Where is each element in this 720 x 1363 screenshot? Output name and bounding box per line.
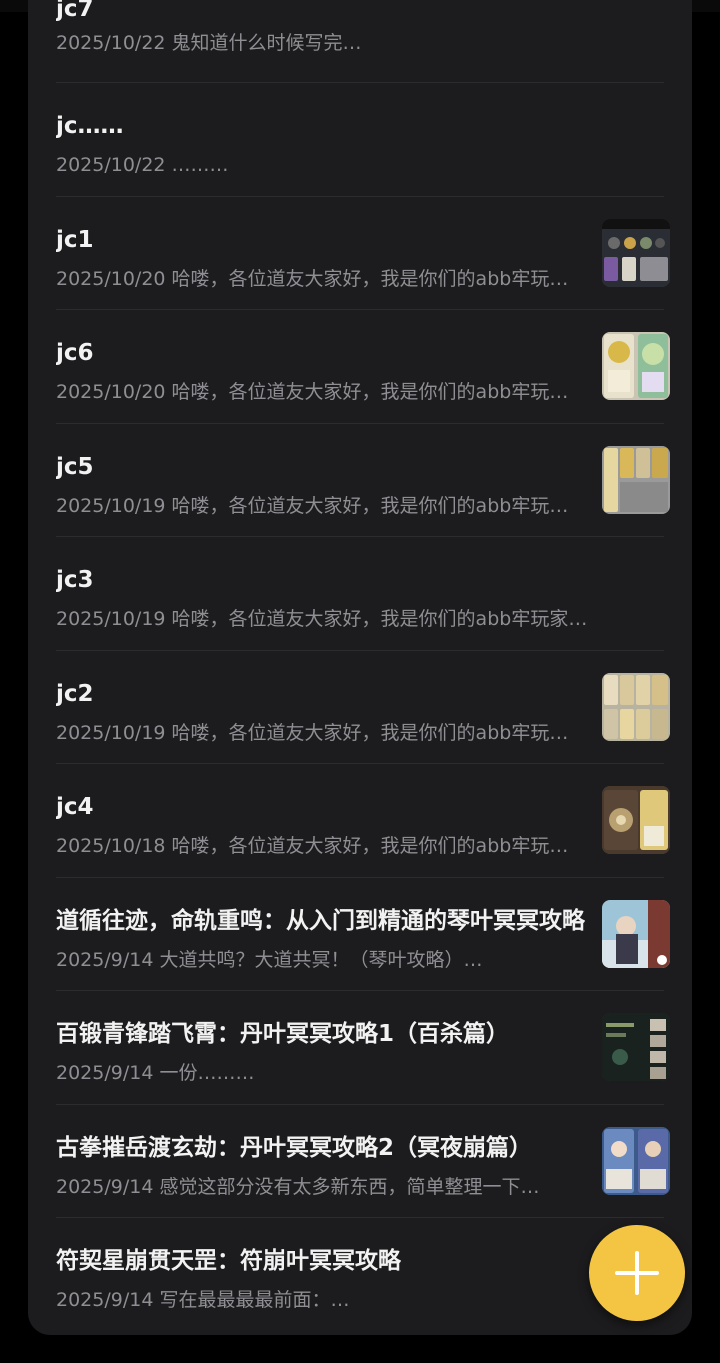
note-subtitle: 2025/10/19 哈喽，各位道友大家好，我是你们的abb牢玩家… bbox=[56, 721, 578, 744]
game-cards-thumbnail bbox=[602, 332, 670, 400]
list-item[interactable]: jc…… 2025/10/22 ……… bbox=[56, 83, 664, 197]
note-subtitle: 2025/9/14 大道共鸣？大道共冥！（琴叶攻略）… bbox=[56, 948, 483, 971]
note-subtitle: 2025/9/14 一份……… bbox=[56, 1062, 255, 1084]
notes-list: jc7 2025/10/22 鬼知道什么时候写完… jc…… 2025/10/2… bbox=[28, 0, 692, 1332]
list-item[interactable]: jc2 2025/10/19 哈喽，各位道友大家好，我是你们的abb牢玩家… bbox=[56, 651, 670, 764]
plus-icon bbox=[615, 1251, 659, 1295]
note-title: 道循往迹，命轨重鸣：从入门到精通的琴叶冥冥攻略 bbox=[56, 907, 585, 934]
note-subtitle: 2025/10/22 鬼知道什么时候写完… bbox=[56, 32, 362, 54]
list-item[interactable]: 符契星崩贯天罡：符崩叶冥冥攻略 2025/9/14 写在最最最最前面：… bbox=[56, 1218, 664, 1332]
note-subtitle: 2025/10/20 哈喽，各位道友大家好，我是你们的abb牢玩家… bbox=[56, 381, 578, 403]
note-subtitle: 2025/10/18 哈喽，各位道友大家好，我是你们的abb牢玩家… bbox=[56, 835, 578, 857]
list-item[interactable]: jc3 2025/10/19 哈喽，各位道友大家好，我是你们的abb牢玩家… bbox=[56, 537, 664, 651]
list-item[interactable]: jc4 2025/10/18 哈喽，各位道友大家好，我是你们的abb牢玩家… bbox=[56, 764, 670, 878]
note-subtitle: 2025/10/19 哈喽，各位道友大家好，我是你们的abb牢玩家… bbox=[56, 608, 588, 630]
note-subtitle: 2025/10/19 哈喽，各位道友大家好，我是你们的abb牢玩家… bbox=[56, 494, 578, 517]
note-title: jc6 bbox=[56, 340, 94, 366]
note-title: 百锻青锋踏飞霄：丹叶冥冥攻略1（百杀篇） bbox=[56, 1021, 510, 1047]
game-screenshot-thumbnail bbox=[602, 1013, 670, 1081]
note-title: jc7 bbox=[56, 0, 94, 22]
list-item[interactable]: jc5 2025/10/19 哈喽，各位道友大家好，我是你们的abb牢玩家… bbox=[56, 424, 670, 537]
note-title: 符契星崩贯天罡：符崩叶冥冥攻略 bbox=[56, 1248, 401, 1274]
game-screenshot-thumbnail bbox=[602, 218, 670, 287]
note-title: 古拳摧岳渡玄劫：丹叶冥冥攻略2（冥夜崩篇） bbox=[56, 1134, 533, 1161]
note-subtitle: 2025/9/14 写在最最最最前面：… bbox=[56, 1289, 350, 1311]
list-item[interactable]: jc1 2025/10/20 哈喽，各位道友大家好，我是你们的abb牢玩家… bbox=[56, 197, 670, 310]
note-subtitle: 2025/10/22 ……… bbox=[56, 154, 229, 176]
list-item[interactable]: jc6 2025/10/20 哈喽，各位道友大家好，我是你们的abb牢玩家… bbox=[56, 310, 670, 424]
game-cards-thumbnail bbox=[602, 445, 670, 514]
add-note-button[interactable] bbox=[589, 1225, 685, 1321]
notes-panel: jc7 2025/10/22 鬼知道什么时候写完… jc…… 2025/10/2… bbox=[28, 0, 692, 1335]
note-title: jc1 bbox=[56, 226, 94, 253]
list-item[interactable]: 百锻青锋踏飞霄：丹叶冥冥攻略1（百杀篇） 2025/9/14 一份……… bbox=[56, 991, 670, 1105]
note-title: jc…… bbox=[56, 113, 124, 139]
game-cards-thumbnail bbox=[602, 672, 670, 741]
note-title: jc2 bbox=[56, 680, 94, 707]
list-item[interactable]: jc7 2025/10/22 鬼知道什么时候写完… bbox=[56, 0, 664, 83]
character-art-thumbnail bbox=[602, 1126, 670, 1195]
character-art-thumbnail bbox=[602, 899, 670, 968]
list-item[interactable]: 道循往迹，命轨重鸣：从入门到精通的琴叶冥冥攻略 2025/9/14 大道共鸣？大… bbox=[56, 878, 670, 991]
list-item[interactable]: 古拳摧岳渡玄劫：丹叶冥冥攻略2（冥夜崩篇） 2025/9/14 感觉这部分没有太… bbox=[56, 1105, 670, 1218]
note-subtitle: 2025/10/20 哈喽，各位道友大家好，我是你们的abb牢玩家… bbox=[56, 267, 578, 290]
game-cards-thumbnail bbox=[602, 786, 670, 854]
note-subtitle: 2025/9/14 感觉这部分没有太多新东西，简单整理一下… bbox=[56, 1175, 540, 1198]
note-title: jc3 bbox=[56, 567, 94, 593]
note-title: jc5 bbox=[56, 453, 94, 480]
note-title: jc4 bbox=[56, 794, 94, 820]
